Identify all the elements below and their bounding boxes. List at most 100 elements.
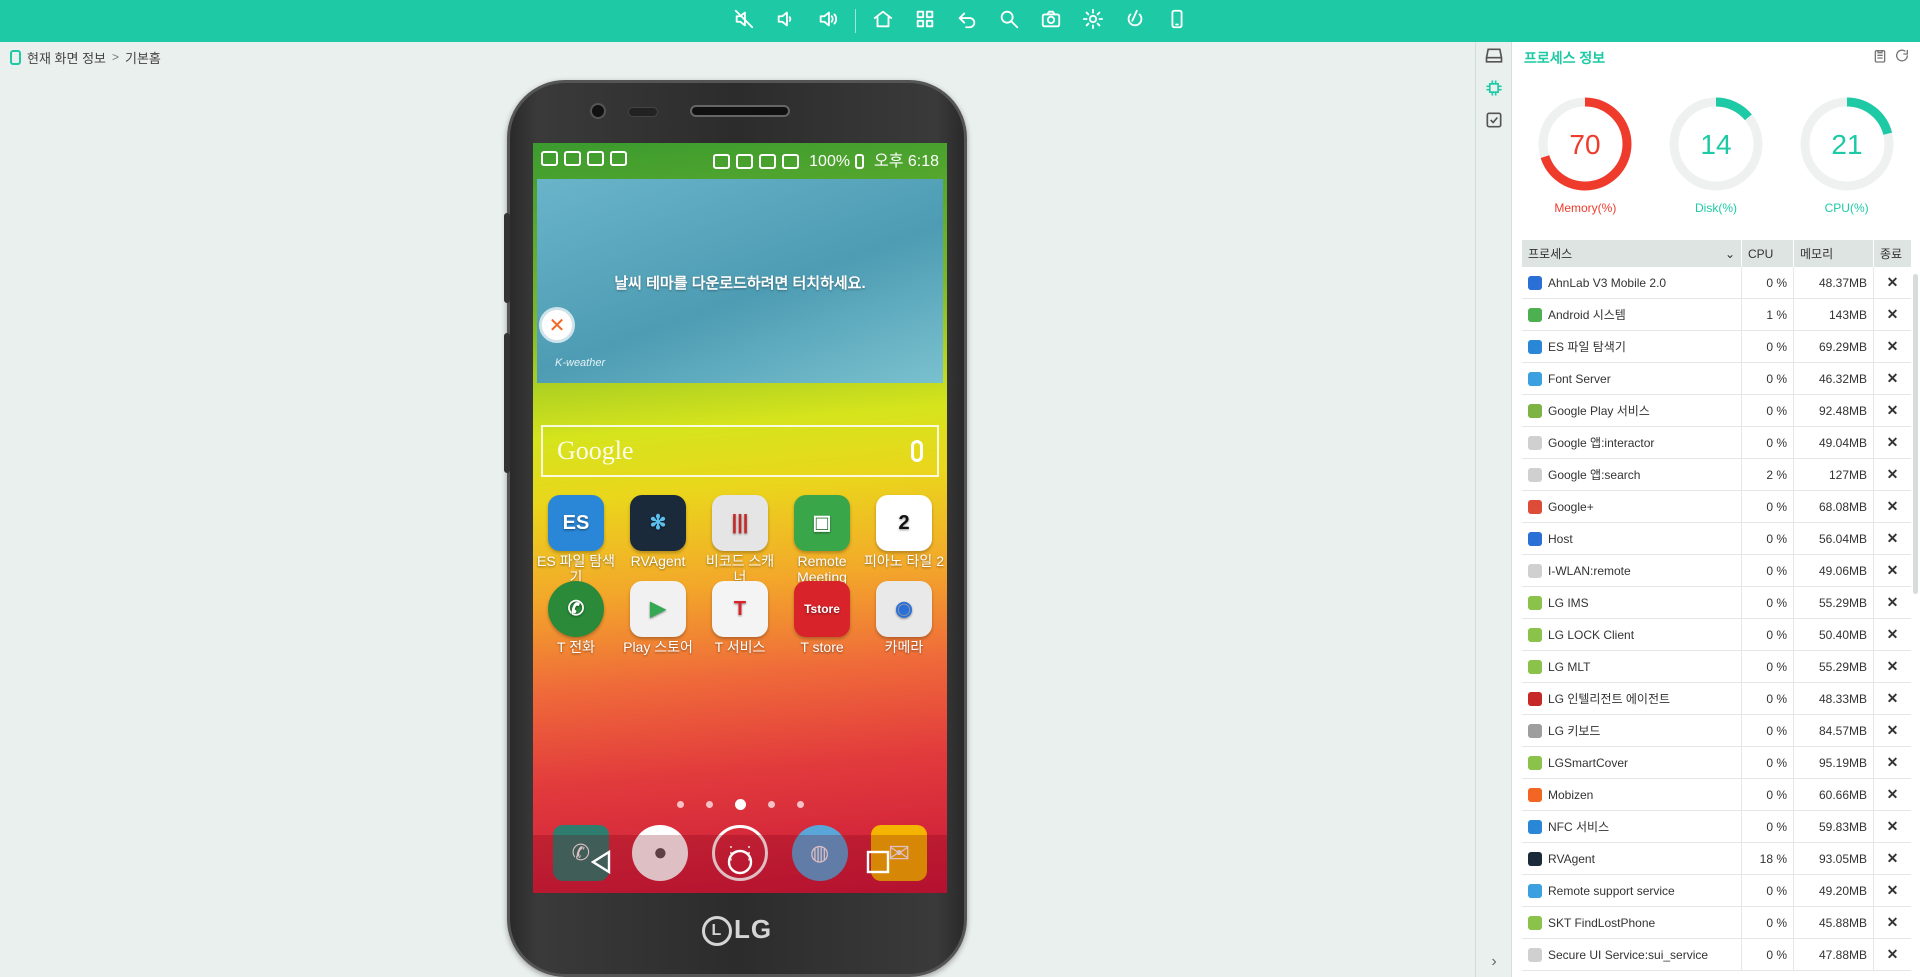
process-name: Google+	[1548, 499, 1594, 514]
tab-process-info[interactable]	[1476, 74, 1512, 106]
table-row[interactable]: Google Play 서비스 0 % 92.48MB ✕	[1522, 395, 1911, 427]
kill-process-button[interactable]: ✕	[1874, 267, 1911, 298]
kill-process-button[interactable]: ✕	[1874, 587, 1911, 618]
table-row[interactable]: AhnLab V3 Mobile 2.0 0 % 48.37MB ✕	[1522, 267, 1911, 299]
weather-widget[interactable]: 날씨 테마를 다운로드하려면 터치하세요. ✕ K-weather	[537, 179, 943, 383]
kill-process-button[interactable]: ✕	[1874, 523, 1911, 554]
phone-screen[interactable]: 100% 오후 6:18 날씨 테마를 다운로드하려면 터치하세요. ✕ K-w…	[533, 143, 947, 893]
apps-button[interactable]	[904, 0, 946, 42]
volume-up-icon	[817, 8, 839, 35]
kill-process-button[interactable]: ✕	[1874, 715, 1911, 746]
column-cpu[interactable]: CPU	[1742, 240, 1794, 267]
clipboard-icon[interactable]	[1872, 48, 1888, 69]
nav-home-icon[interactable]	[725, 847, 755, 882]
app-t-store[interactable]: Tstore T store	[782, 581, 862, 655]
table-row[interactable]: Secure UI Service:sui_service 0 % 47.88MB ✕	[1522, 939, 1911, 971]
scrollbar[interactable]	[1913, 274, 1918, 594]
kill-process-button[interactable]: ✕	[1874, 875, 1911, 906]
kill-process-button[interactable]: ✕	[1874, 491, 1911, 522]
close-icon[interactable]: ✕	[539, 307, 575, 343]
kill-process-button[interactable]: ✕	[1874, 779, 1911, 810]
screenshot-button[interactable]	[1030, 0, 1072, 42]
mic-icon[interactable]	[911, 440, 923, 462]
table-row[interactable]: Google+ 0 % 68.08MB ✕	[1522, 491, 1911, 523]
kill-process-button[interactable]: ✕	[1874, 747, 1911, 778]
tab-checklist[interactable]	[1476, 106, 1512, 138]
volume-up-button[interactable]	[807, 0, 849, 42]
kill-process-button[interactable]: ✕	[1874, 939, 1911, 970]
checkbox-icon	[1484, 110, 1504, 135]
volume-down-button[interactable]	[765, 0, 807, 42]
kill-process-button[interactable]: ✕	[1874, 427, 1911, 458]
app-label: RVAgent	[630, 553, 686, 569]
sensor	[628, 107, 658, 117]
tab-device-info[interactable]	[1476, 42, 1512, 74]
table-row[interactable]: LG LOCK Client 0 % 50.40MB ✕	[1522, 619, 1911, 651]
phone-brand: L LG	[510, 914, 964, 946]
table-row[interactable]: Host 0 % 56.04MB ✕	[1522, 523, 1911, 555]
status-right: 100% 오후 6:18	[712, 147, 939, 171]
back-button[interactable]	[946, 0, 988, 42]
settings-button[interactable]	[1072, 0, 1114, 42]
kill-process-button[interactable]: ✕	[1874, 331, 1911, 362]
process-name: LG 키보드	[1548, 724, 1601, 738]
app-t-service[interactable]: T T 서비스	[700, 581, 780, 655]
google-search-widget[interactable]: Google	[541, 425, 939, 477]
table-row[interactable]: ES 파일 탐색기 0 % 69.29MB ✕	[1522, 331, 1911, 363]
process-name: Android 시스템	[1548, 308, 1626, 322]
kill-process-button[interactable]: ✕	[1874, 619, 1911, 650]
column-process[interactable]: 프로세스 ⌄	[1522, 240, 1742, 267]
app-barcode-scanner[interactable]: ||| 비코드 스캐너	[700, 495, 780, 585]
rotate-button[interactable]	[1156, 0, 1198, 42]
table-row[interactable]: Android 시스템 1 % 143MB ✕	[1522, 299, 1911, 331]
kill-process-button[interactable]: ✕	[1874, 459, 1911, 490]
kill-process-button[interactable]: ✕	[1874, 843, 1911, 874]
app-t-phone[interactable]: ✆ T 전화	[536, 581, 616, 655]
power-button[interactable]	[1114, 0, 1156, 42]
app-rvagent[interactable]: ✻ RVAgent	[618, 495, 698, 585]
app-play-store[interactable]: ▶ Play 스토어	[618, 581, 698, 655]
table-row[interactable]: LG IMS 0 % 55.29MB ✕	[1522, 587, 1911, 619]
table-row[interactable]: LGSmartCover 0 % 95.19MB ✕	[1522, 747, 1911, 779]
table-row[interactable]: LG 인텔리전트 에이전트 0 % 48.33MB ✕	[1522, 683, 1911, 715]
home-button[interactable]	[862, 0, 904, 42]
kill-process-button[interactable]: ✕	[1874, 683, 1911, 714]
app-piano-tiles-2[interactable]: 2 피아노 타일 2	[864, 495, 944, 585]
nav-recents-icon[interactable]	[863, 847, 893, 882]
table-row[interactable]: I-WLAN:remote 0 % 49.06MB ✕	[1522, 555, 1911, 587]
process-memory: 84.57MB	[1794, 715, 1874, 746]
table-row[interactable]: SKT FindLostPhone 0 % 45.88MB ✕	[1522, 907, 1911, 939]
app-row-1: ES ES 파일 탐색기 ✻ RVAgent ||| 비코드 스캐너 ▣ Remote …	[533, 495, 947, 585]
home-icon	[872, 8, 894, 35]
kill-process-button[interactable]: ✕	[1874, 395, 1911, 426]
table-row[interactable]: Mobizen 0 % 60.66MB ✕	[1522, 779, 1911, 811]
kill-process-button[interactable]: ✕	[1874, 651, 1911, 682]
mute-button[interactable]	[723, 0, 765, 42]
close-icon: ✕	[1886, 274, 1899, 290]
kill-process-button[interactable]: ✕	[1874, 555, 1911, 586]
table-row[interactable]: Google 앱:search 2 % 127MB ✕	[1522, 459, 1911, 491]
app-remote-meeting[interactable]: ▣ Remote Meeting	[782, 495, 862, 585]
expand-chevron-icon[interactable]: ›	[1476, 953, 1512, 971]
kill-process-button[interactable]: ✕	[1874, 811, 1911, 842]
process-table: 프로세스 ⌄ CPU 메모리 종료 AhnLab V3 Mobile 2.0 0 %…	[1522, 240, 1911, 971]
nav-back-icon[interactable]	[587, 847, 617, 882]
table-row[interactable]: LG 키보드 0 % 84.57MB ✕	[1522, 715, 1911, 747]
panel-title: 프로세스 정보	[1524, 50, 1606, 66]
table-row[interactable]: NFC 서비스 0 % 59.83MB ✕	[1522, 811, 1911, 843]
table-row[interactable]: Remote support service 0 % 49.20MB ✕	[1522, 875, 1911, 907]
kill-process-button[interactable]: ✕	[1874, 299, 1911, 330]
table-row[interactable]: RVAgent 18 % 93.05MB ✕	[1522, 843, 1911, 875]
app-es-file-explorer[interactable]: ES ES 파일 탐색기	[536, 495, 616, 585]
app-icon	[1528, 595, 1542, 610]
kill-process-button[interactable]: ✕	[1874, 363, 1911, 394]
table-row[interactable]: Google 앱:interactor 0 % 49.04MB ✕	[1522, 427, 1911, 459]
kill-process-button[interactable]: ✕	[1874, 907, 1911, 938]
column-memory[interactable]: 메모리	[1794, 240, 1874, 267]
app-camera[interactable]: ◉ 카메라	[864, 581, 944, 655]
breadcrumb-root[interactable]: 현재 화면 정보	[27, 48, 106, 67]
table-row[interactable]: Font Server 0 % 46.32MB ✕	[1522, 363, 1911, 395]
table-row[interactable]: LG MLT 0 % 55.29MB ✕	[1522, 651, 1911, 683]
search-button[interactable]	[988, 0, 1030, 42]
refresh-icon[interactable]	[1894, 48, 1910, 69]
